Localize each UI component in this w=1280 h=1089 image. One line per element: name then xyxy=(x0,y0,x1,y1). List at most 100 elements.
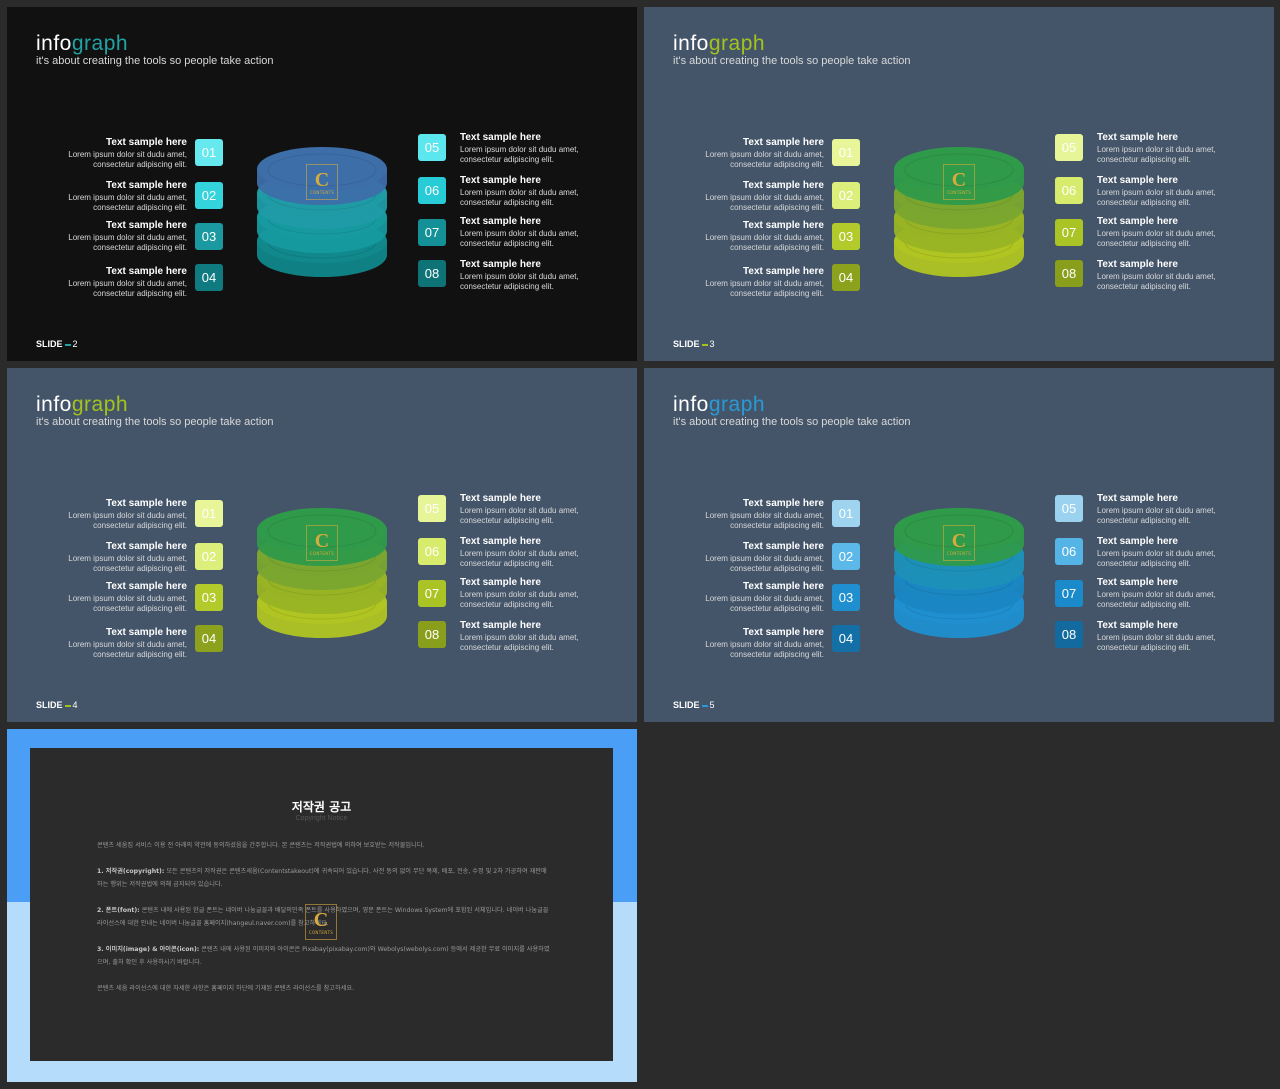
item-line-1: Lorem ipsum dolor sit dudu amet, xyxy=(460,188,579,197)
item-line-1: Lorem ipsum dolor sit dudu amet, xyxy=(705,594,824,603)
item-line-2: consectetur adipiscing elit. xyxy=(730,564,824,573)
contents-logo: C CONTENTS xyxy=(306,525,338,561)
slide-title: infograph xyxy=(673,32,765,56)
item-line-2: consectetur adipiscing elit. xyxy=(93,160,187,169)
item-line-1: Lorem ipsum dolor sit dudu amet, xyxy=(705,150,824,159)
notice-font-heading: 2. 폰트(font): xyxy=(97,907,140,914)
item-heading: Text sample here xyxy=(1097,132,1178,143)
number-badge-6: 06 xyxy=(418,177,446,204)
contents-logo: C CONTENTS xyxy=(305,904,337,940)
slide-subtitle: it's about creating the tools so people … xyxy=(673,416,911,428)
stacked-rings-graphic xyxy=(257,147,387,277)
item-line-1: Lorem ipsum dolor sit dudu amet, xyxy=(460,272,579,281)
item-heading: Text sample here xyxy=(106,581,187,592)
slide-dash xyxy=(701,704,708,707)
slide-2[interactable]: infograph it's about creating the tools s… xyxy=(7,7,637,361)
item-heading: Text sample here xyxy=(1097,259,1178,270)
slide-label: SLIDE xyxy=(36,700,63,710)
text-item-6: Text sample here Lorem ipsum dolor sit du… xyxy=(460,175,637,208)
slide-4[interactable]: infograph it's about creating the tools s… xyxy=(7,368,637,722)
item-line-2: consectetur adipiscing elit. xyxy=(460,198,554,207)
item-line-2: consectetur adipiscing elit. xyxy=(730,160,824,169)
item-line-2: consectetur adipiscing elit. xyxy=(93,243,187,252)
text-item-3: Text sample here Lorem ipsum dolor sit du… xyxy=(644,220,824,253)
slide-title: infograph xyxy=(673,393,765,417)
item-line-1: Lorem ipsum dolor sit dudu amet, xyxy=(1097,549,1216,558)
number-badge-8: 08 xyxy=(418,260,446,287)
item-line-2: consectetur adipiscing elit. xyxy=(460,600,554,609)
title-info: info xyxy=(36,393,72,416)
item-line-2: consectetur adipiscing elit. xyxy=(93,604,187,613)
text-item-1: Text sample here Lorem ipsum dolor sit du… xyxy=(7,137,187,170)
item-line-1: Lorem ipsum dolor sit dudu amet, xyxy=(68,554,187,563)
item-line-1: Lorem ipsum dolor sit dudu amet, xyxy=(1097,506,1216,515)
item-line-1: Lorem ipsum dolor sit dudu amet, xyxy=(68,193,187,202)
text-item-6: Text sample here Lorem ipsum dolor sit du… xyxy=(1097,175,1274,208)
slide-label: SLIDE xyxy=(673,339,700,349)
text-item-3: Text sample here Lorem ipsum dolor sit du… xyxy=(7,220,187,253)
notice-paragraph-intro: 콘텐츠 세움집 서비스 이용 전 아래의 약관에 동의하셨음을 간주합니다. 본… xyxy=(97,842,425,849)
item-line-1: Lorem ipsum dolor sit dudu amet, xyxy=(1097,188,1216,197)
item-line-2: consectetur adipiscing elit. xyxy=(93,289,187,298)
notice-copyright-text: 모든 콘텐츠의 저작권은 콘텐츠세움(Contentstakeout)에 귀속되… xyxy=(97,868,547,888)
text-item-4: Text sample here Lorem ipsum dolor sit du… xyxy=(644,627,824,660)
title-graph: graph xyxy=(71,32,129,55)
item-heading: Text sample here xyxy=(460,536,541,547)
notice-paragraph-image: 3. 이미지(image) & 아이콘(icon): 콘텐츠 내에 사용된 이미… xyxy=(97,943,552,969)
item-line-2: consectetur adipiscing elit. xyxy=(1097,198,1191,207)
text-item-1: Text sample here Lorem ipsum dolor sit du… xyxy=(644,137,824,170)
slide-5[interactable]: infograph it's about creating the tools s… xyxy=(644,368,1274,722)
text-item-3: Text sample here Lorem ipsum dolor sit du… xyxy=(7,581,187,614)
slide-subtitle: it's about creating the tools so people … xyxy=(36,416,274,428)
copyright-notice-slide[interactable]: 저작권 공고 Copyright Notice 콘텐츠 세움집 서비스 이용 전… xyxy=(7,729,637,1082)
number-badge-5: 05 xyxy=(418,495,446,522)
text-item-8: Text sample here Lorem ipsum dolor sit du… xyxy=(1097,620,1274,653)
slide-subtitle: it's about creating the tools so people … xyxy=(36,55,274,67)
item-heading: Text sample here xyxy=(743,137,824,148)
contents-logo: C CONTENTS xyxy=(943,164,975,200)
slide-number-value: 5 xyxy=(709,700,715,710)
item-line-1: Lorem ipsum dolor sit dudu amet, xyxy=(1097,633,1216,642)
number-badge-1: 01 xyxy=(832,500,860,527)
item-line-1: Lorem ipsum dolor sit dudu amet, xyxy=(705,511,824,520)
text-item-4: Text sample here Lorem ipsum dolor sit du… xyxy=(7,627,187,660)
item-line-2: consectetur adipiscing elit. xyxy=(1097,155,1191,164)
item-line-1: Lorem ipsum dolor sit dudu amet, xyxy=(705,279,824,288)
item-heading: Text sample here xyxy=(460,259,541,270)
item-line-2: consectetur adipiscing elit. xyxy=(1097,282,1191,291)
item-line-1: Lorem ipsum dolor sit dudu amet, xyxy=(68,150,187,159)
item-heading: Text sample here xyxy=(1097,175,1178,186)
number-badge-6: 06 xyxy=(1055,538,1083,565)
slide-title: infograph xyxy=(36,393,128,417)
stacked-rings-graphic xyxy=(894,147,1024,277)
slide-number-value: 4 xyxy=(72,700,78,710)
slide-number-value: 3 xyxy=(709,339,715,349)
item-line-2: consectetur adipiscing elit. xyxy=(460,239,554,248)
item-heading: Text sample here xyxy=(460,493,541,504)
item-heading: Text sample here xyxy=(460,132,541,143)
item-line-2: consectetur adipiscing elit. xyxy=(93,650,187,659)
text-item-6: Text sample here Lorem ipsum dolor sit du… xyxy=(1097,536,1274,569)
item-line-1: Lorem ipsum dolor sit dudu amet, xyxy=(68,233,187,242)
number-badge-3: 03 xyxy=(832,584,860,611)
number-badge-4: 04 xyxy=(832,625,860,652)
number-badge-2: 02 xyxy=(832,182,860,209)
logo-text: CONTENTS xyxy=(309,189,335,195)
item-heading: Text sample here xyxy=(743,180,824,191)
number-badge-4: 04 xyxy=(832,264,860,291)
notice-subtitle: Copyright Notice xyxy=(295,815,348,822)
slide-number: SLIDE 3 xyxy=(673,339,715,349)
text-item-7: Text sample here Lorem ipsum dolor sit du… xyxy=(460,216,637,249)
item-line-2: consectetur adipiscing elit. xyxy=(730,203,824,212)
item-line-2: consectetur adipiscing elit. xyxy=(730,289,824,298)
number-badge-7: 07 xyxy=(418,219,446,246)
slide-dash xyxy=(701,343,708,346)
text-item-8: Text sample here Lorem ipsum dolor sit du… xyxy=(460,259,637,292)
slide-3[interactable]: infograph it's about creating the tools s… xyxy=(644,7,1274,361)
text-item-7: Text sample here Lorem ipsum dolor sit du… xyxy=(1097,577,1274,610)
item-heading: Text sample here xyxy=(1097,536,1178,547)
logo-text: CONTENTS xyxy=(308,929,334,935)
text-item-5: Text sample here Lorem ipsum dolor sit du… xyxy=(1097,132,1274,165)
notice-paragraph-copyright: 1. 저작권(copyright): 모든 콘텐츠의 저작권은 콘텐츠세움(Co… xyxy=(97,865,552,891)
title-graph: graph xyxy=(71,393,129,416)
